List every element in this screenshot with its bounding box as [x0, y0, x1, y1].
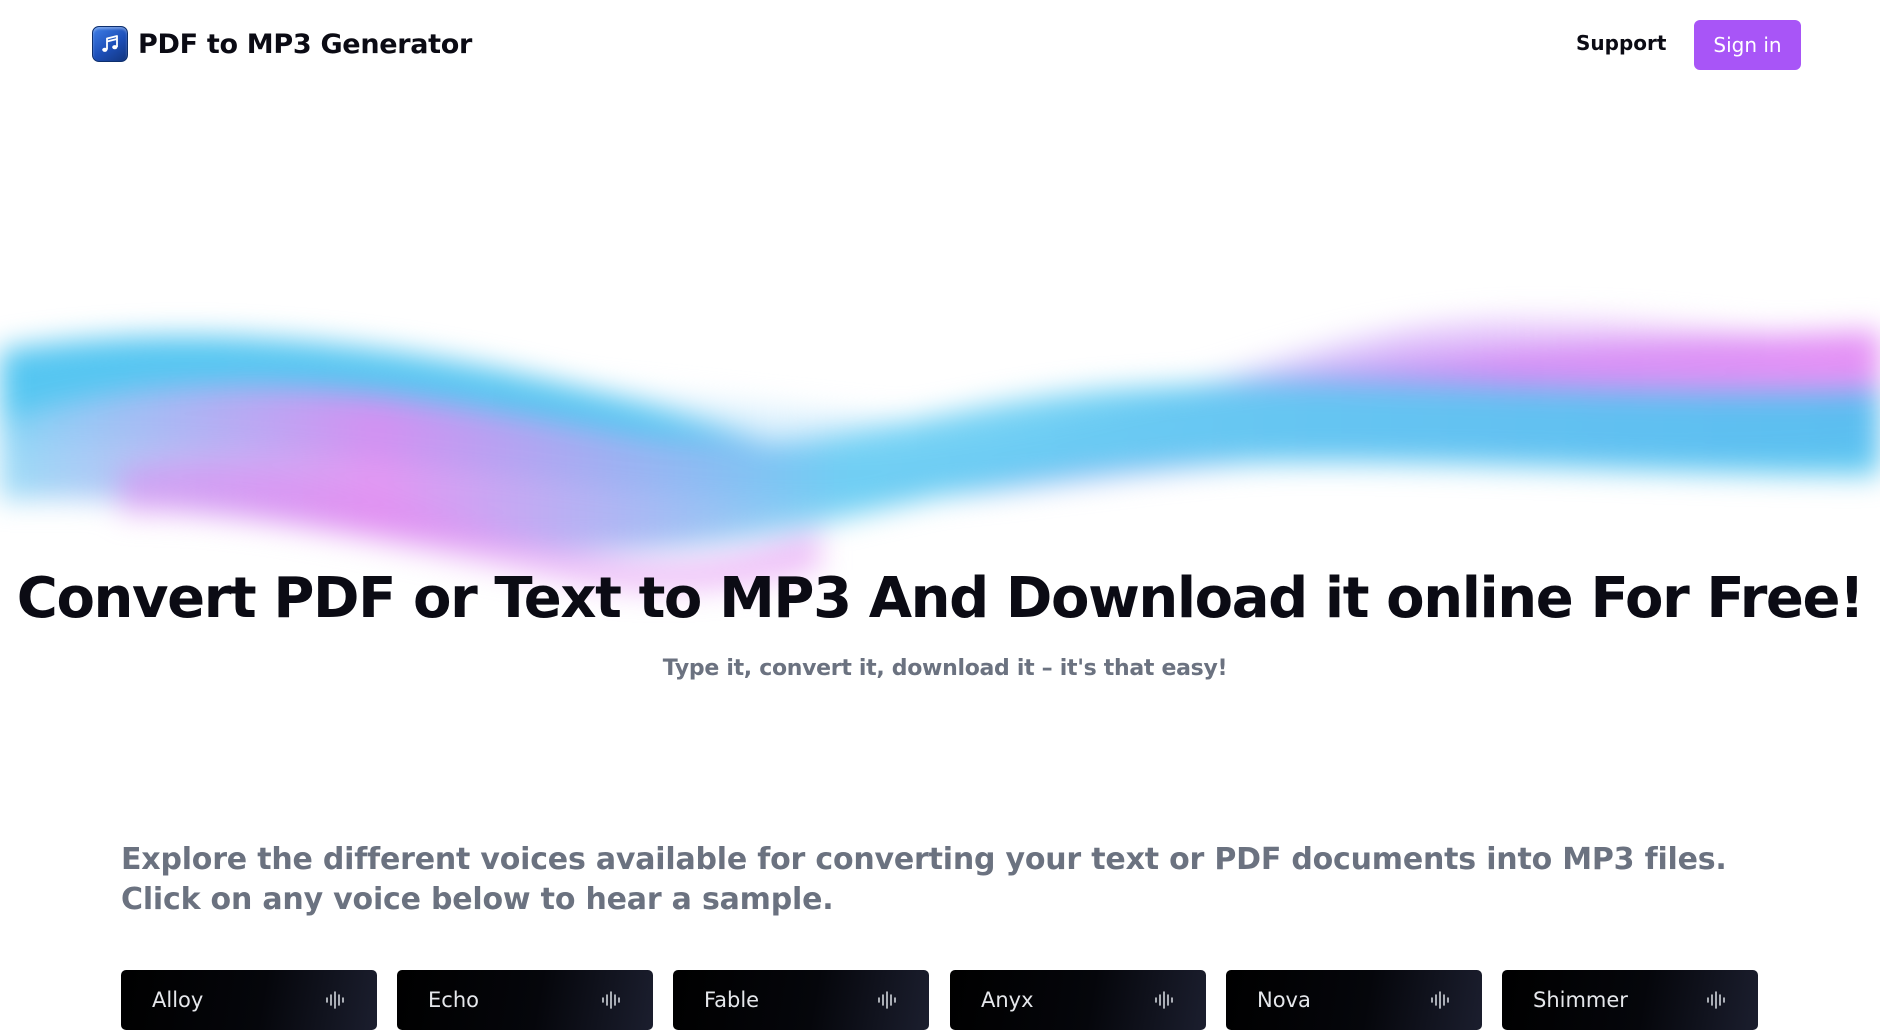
- voice-label: Anyx: [981, 988, 1034, 1012]
- voice-card-nova[interactable]: Nova: [1226, 970, 1482, 1030]
- site-header: PDF to MP3 Generator Support Sign in: [0, 0, 1880, 90]
- audio-wave-icon: [602, 991, 620, 1009]
- voice-card-fable[interactable]: Fable: [673, 970, 929, 1030]
- voice-card-echo[interactable]: Echo: [397, 970, 653, 1030]
- audio-wave-icon: [1431, 991, 1449, 1009]
- hero-title: Convert PDF or Text to MP3 And Download …: [16, 566, 1865, 631]
- voice-label: Shimmer: [1533, 988, 1628, 1012]
- music-note-app-icon: [92, 26, 128, 62]
- voice-list: Alloy Echo Fable Anyx Nova Shimmer: [121, 970, 1761, 1030]
- hero-subtitle: Type it, convert it, download it – it's …: [662, 656, 1228, 681]
- voice-card-shimmer[interactable]: Shimmer: [1502, 970, 1758, 1030]
- voice-label: Echo: [428, 988, 479, 1012]
- audio-wave-icon: [326, 991, 344, 1009]
- voice-label: Alloy: [152, 988, 204, 1012]
- voice-card-anyx[interactable]: Anyx: [950, 970, 1206, 1030]
- hero-wave-graphic: [0, 319, 1880, 591]
- brand-name: PDF to MP3 Generator: [138, 28, 473, 60]
- voice-label: Nova: [1257, 988, 1311, 1012]
- audio-wave-icon: [1707, 991, 1725, 1009]
- voice-card-alloy[interactable]: Alloy: [121, 970, 377, 1030]
- support-link[interactable]: Support: [1576, 31, 1666, 59]
- audio-wave-icon: [1155, 991, 1173, 1009]
- audio-wave-icon: [878, 991, 896, 1009]
- sign-in-button[interactable]: Sign in: [1694, 20, 1801, 70]
- voices-intro-text: Explore the different voices available f…: [121, 842, 1727, 917]
- brand-link[interactable]: PDF to MP3 Generator: [92, 24, 472, 64]
- voice-label: Fable: [704, 988, 760, 1012]
